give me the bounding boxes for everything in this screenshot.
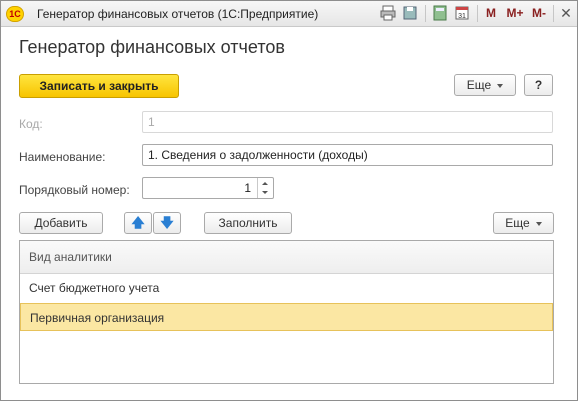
save-and-close-button[interactable]: Записать и закрыть: [19, 74, 179, 98]
analytics-table[interactable]: Вид аналитики Счет бюджетного учета Перв…: [19, 240, 554, 384]
chevron-down-icon: [497, 83, 504, 88]
memory-minus-icon[interactable]: M-: [529, 5, 549, 21]
close-icon[interactable]: ✕: [557, 5, 575, 21]
order-number-field[interactable]: 1: [142, 177, 274, 199]
table-cell: Первичная организация: [30, 311, 165, 325]
calculator-icon[interactable]: [431, 5, 449, 21]
table-row[interactable]: Счет бюджетного учета: [20, 274, 553, 302]
calendar-icon[interactable]: 31: [453, 5, 471, 21]
stepper-up-icon[interactable]: [262, 182, 268, 185]
table-more-button[interactable]: Еще: [493, 212, 554, 234]
table-more-label: Еще: [505, 216, 530, 230]
table-row-selected[interactable]: Первичная организация: [20, 303, 553, 331]
add-button[interactable]: Добавить: [19, 212, 103, 234]
move-down-button[interactable]: 🡇: [153, 212, 181, 234]
more-menu-button[interactable]: Еще: [454, 74, 516, 96]
column-header: Вид аналитики: [29, 250, 112, 264]
arrow-up-icon: 🡅: [131, 215, 145, 230]
fill-button[interactable]: Заполнить: [204, 212, 292, 234]
app-logo-icon: 1С: [6, 6, 24, 22]
app-window: 1С Генератор финансовых отчетов (1С:Пред…: [0, 0, 578, 401]
window-title: Генератор финансовых отчетов (1С:Предпри…: [37, 7, 319, 21]
table-cell: Счет бюджетного учета: [29, 281, 160, 295]
order-number-value: 1: [244, 181, 251, 195]
memory-icon[interactable]: M: [482, 5, 500, 21]
name-label: Наименование:: [19, 150, 106, 164]
chevron-down-icon: [535, 221, 542, 226]
help-button[interactable]: ?: [524, 74, 553, 96]
order-label: Порядковый номер:: [19, 183, 130, 197]
code-label: Код:: [19, 117, 43, 131]
svg-text:31: 31: [458, 13, 466, 20]
table-header[interactable]: Вид аналитики: [20, 241, 553, 274]
save-icon[interactable]: [401, 5, 419, 21]
print-icon[interactable]: [379, 5, 397, 21]
arrow-down-icon: 🡇: [160, 215, 174, 230]
stepper-down-icon[interactable]: [262, 191, 268, 194]
title-bar: 1С Генератор финансовых отчетов (1С:Пред…: [1, 1, 577, 27]
name-field[interactable]: 1. Сведения о задолженности (доходы): [142, 144, 553, 166]
more-menu-label: Еще: [466, 78, 492, 92]
quantity-stepper[interactable]: [257, 178, 273, 198]
code-field[interactable]: 1: [142, 111, 553, 133]
move-up-button[interactable]: 🡅: [124, 212, 152, 234]
memory-plus-icon[interactable]: M+: [504, 5, 526, 21]
page-title: Генератор финансовых отчетов: [19, 37, 285, 57]
